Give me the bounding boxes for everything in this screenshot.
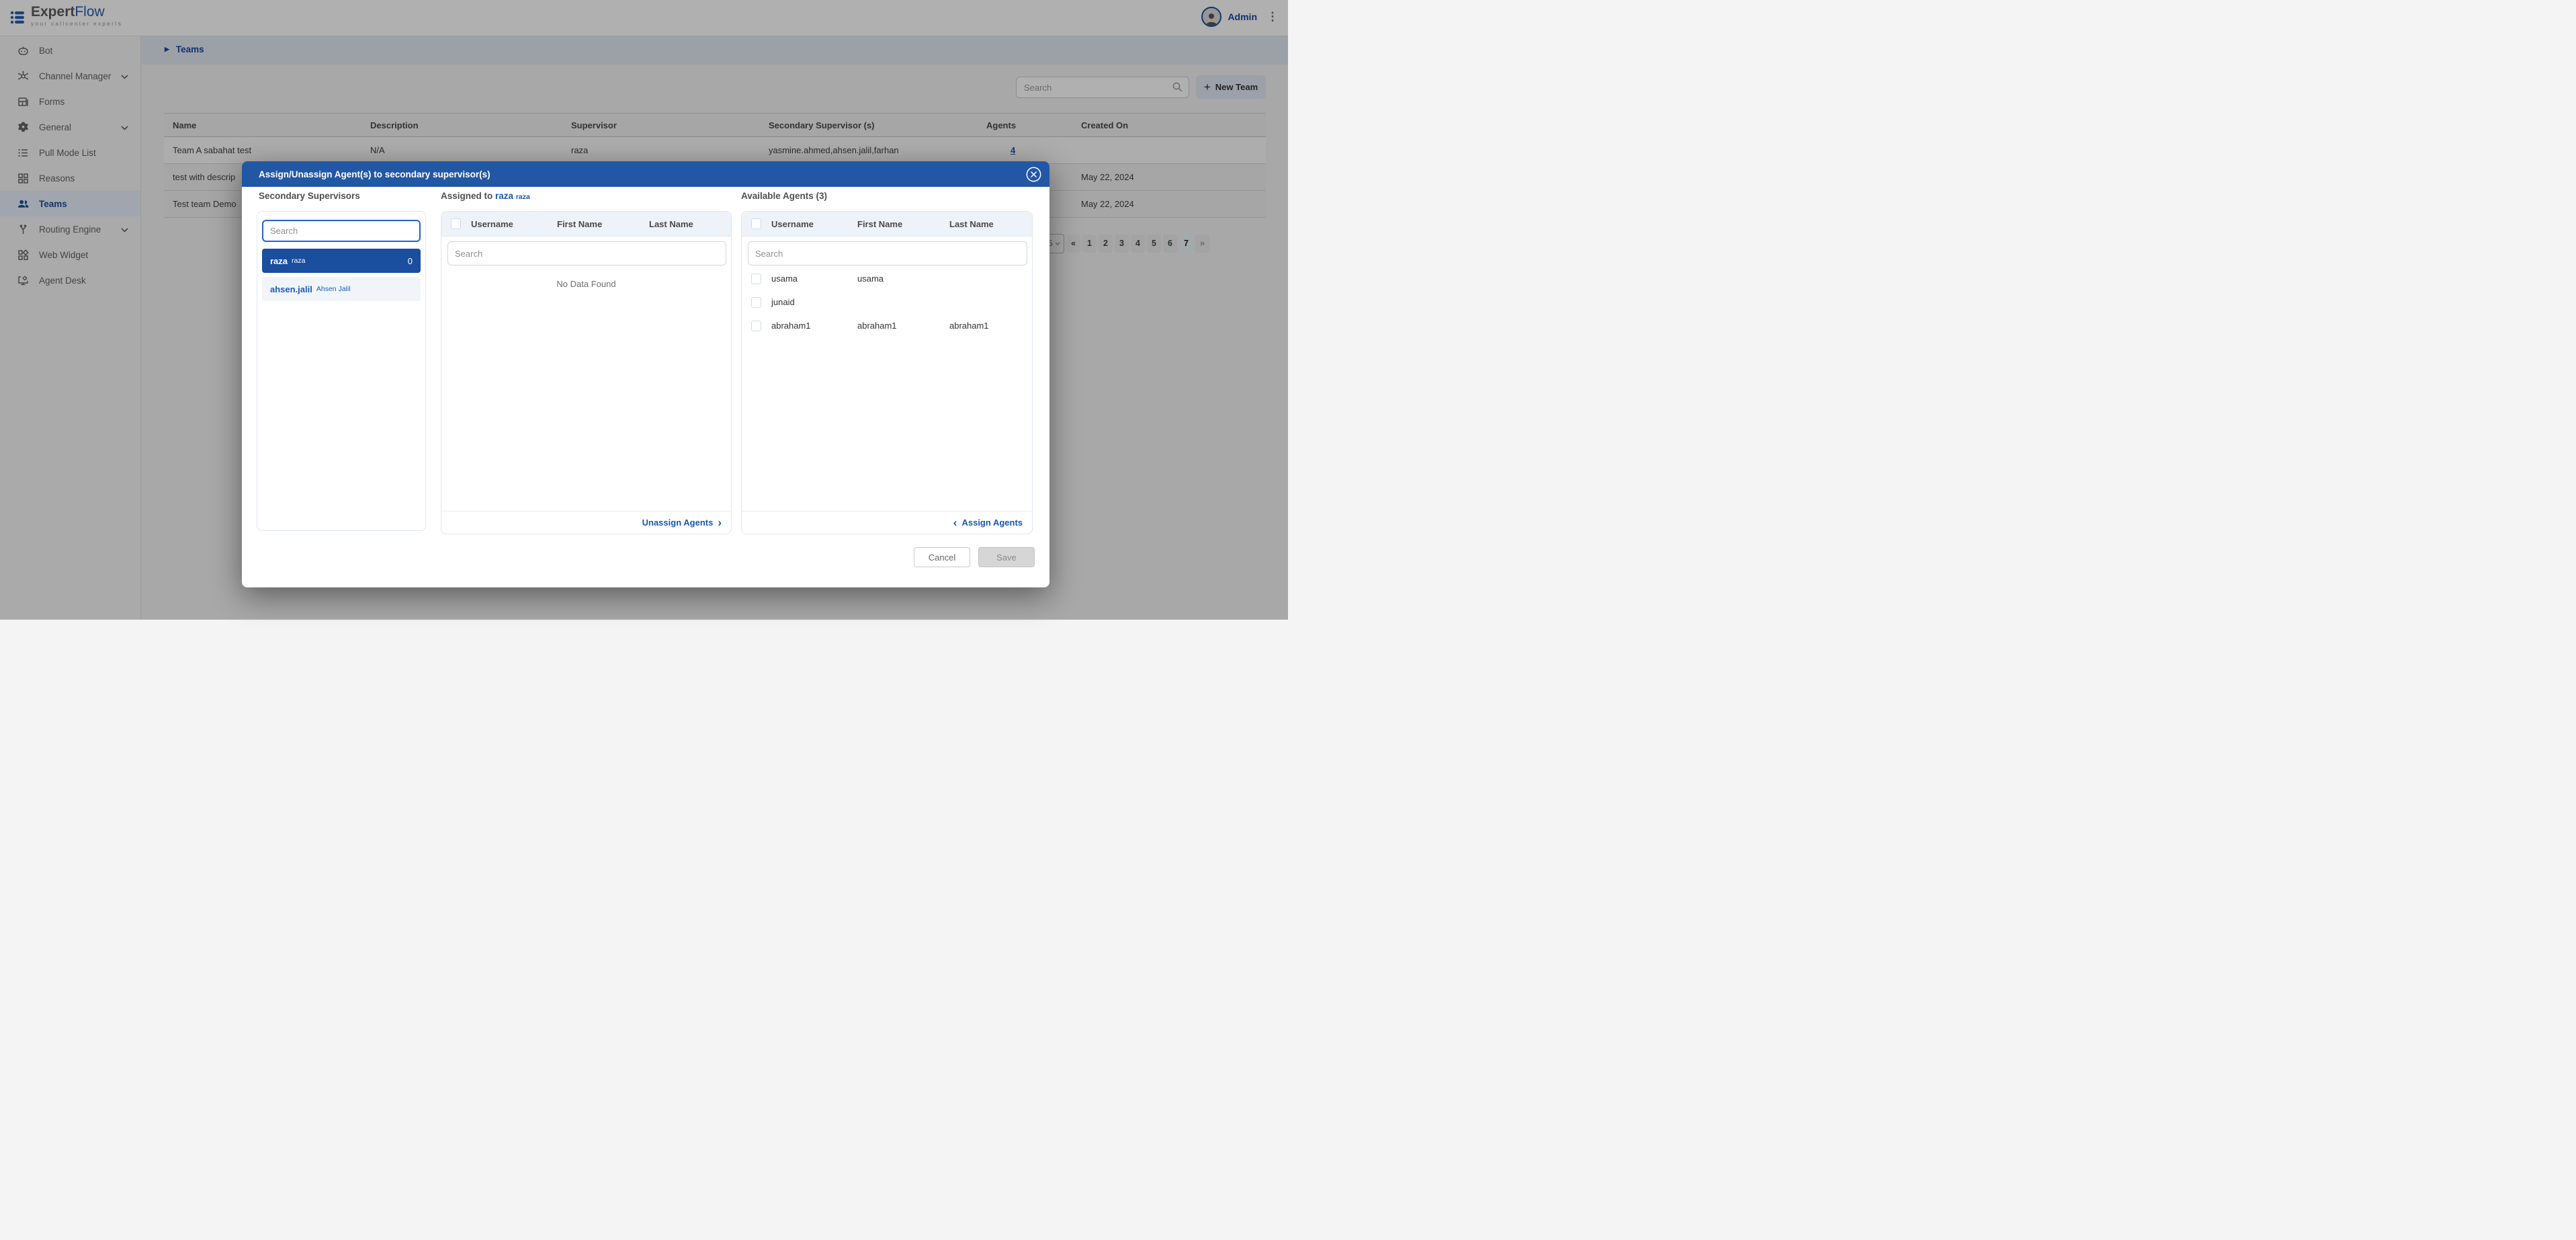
agent-row-abraham1[interactable]: abraham1 abraham1 abraham1 [742,314,1032,337]
select-all-checkbox[interactable] [751,218,761,229]
modal-title-bar: Assign/Unassign Agent(s) to secondary su… [242,161,1049,187]
select-all-checkbox[interactable] [451,218,461,229]
agent-row-usama[interactable]: usama usama [742,267,1032,290]
agent-username: usama [771,274,857,284]
available-agents-panel: Username First Name Last Name usama usam… [741,211,1033,534]
supervisor-username: ahsen.jalil [270,284,312,294]
column-header-last-name: Last Name [949,219,1032,229]
unassign-agents-button[interactable]: Unassign Agents › [441,511,731,534]
row-checkbox[interactable] [751,321,761,331]
agent-first-name: usama [857,274,949,284]
supervisor-fullname: Ahsen Jalil [316,285,351,293]
column-header-last-name: Last Name [649,219,731,229]
assigned-heading: Assigned to raza raza [441,191,530,201]
assigned-supervisor-username: raza [495,191,513,201]
column-header-first-name: First Name [557,219,649,229]
agent-row-junaid[interactable]: junaid [742,290,1032,314]
supervisor-fullname: raza [292,257,305,265]
column-header-first-name: First Name [857,219,949,229]
save-button[interactable]: Save [978,547,1035,567]
supervisor-count-badge: 0 [408,256,413,266]
chevron-right-icon: › [718,518,722,527]
column-header-username: Username [771,219,857,229]
supervisor-item-raza[interactable]: raza raza 0 [262,249,421,273]
no-data-text: No Data Found [441,279,731,289]
agent-username: abraham1 [771,321,857,331]
supervisors-panel: raza raza 0 ahsen.jalil Ahsen Jalil [257,211,426,531]
assign-agents-modal: Assign/Unassign Agent(s) to secondary su… [242,161,1049,587]
modal-title: Assign/Unassign Agent(s) to secondary su… [259,169,490,179]
available-search [748,241,1027,265]
agent-last-name: abraham1 [949,321,1032,331]
assign-agents-label: Assign Agents [961,518,1023,528]
unassign-agents-label: Unassign Agents [642,518,714,528]
assigned-search-input[interactable] [447,241,726,265]
row-checkbox[interactable] [751,297,761,308]
row-checkbox[interactable] [751,274,761,284]
supervisor-item-ahsen-jalil[interactable]: ahsen.jalil Ahsen Jalil [262,277,421,301]
assigned-supervisor-name: raza [516,193,530,201]
supervisors-heading: Secondary Supervisors [259,191,360,201]
chevron-left-icon: ‹ [953,518,957,527]
assigned-search [447,241,726,265]
supervisor-username: raza [270,256,288,266]
available-agents-heading: Available Agents (3) [741,191,827,201]
column-header-username: Username [471,219,557,229]
agent-username: junaid [771,297,857,307]
available-table-header: Username First Name Last Name [742,212,1032,237]
available-search-input[interactable] [748,241,1027,265]
agent-first-name: abraham1 [857,321,949,331]
assign-agents-button[interactable]: ‹ Assign Agents [742,511,1032,534]
supervisors-search-input[interactable] [262,220,421,242]
assigned-agents-panel: Username First Name Last Name No Data Fo… [441,211,732,534]
cancel-button[interactable]: Cancel [914,547,970,567]
close-icon[interactable] [1026,167,1041,182]
supervisors-search [262,220,421,242]
assigned-table-header: Username First Name Last Name [441,212,731,237]
